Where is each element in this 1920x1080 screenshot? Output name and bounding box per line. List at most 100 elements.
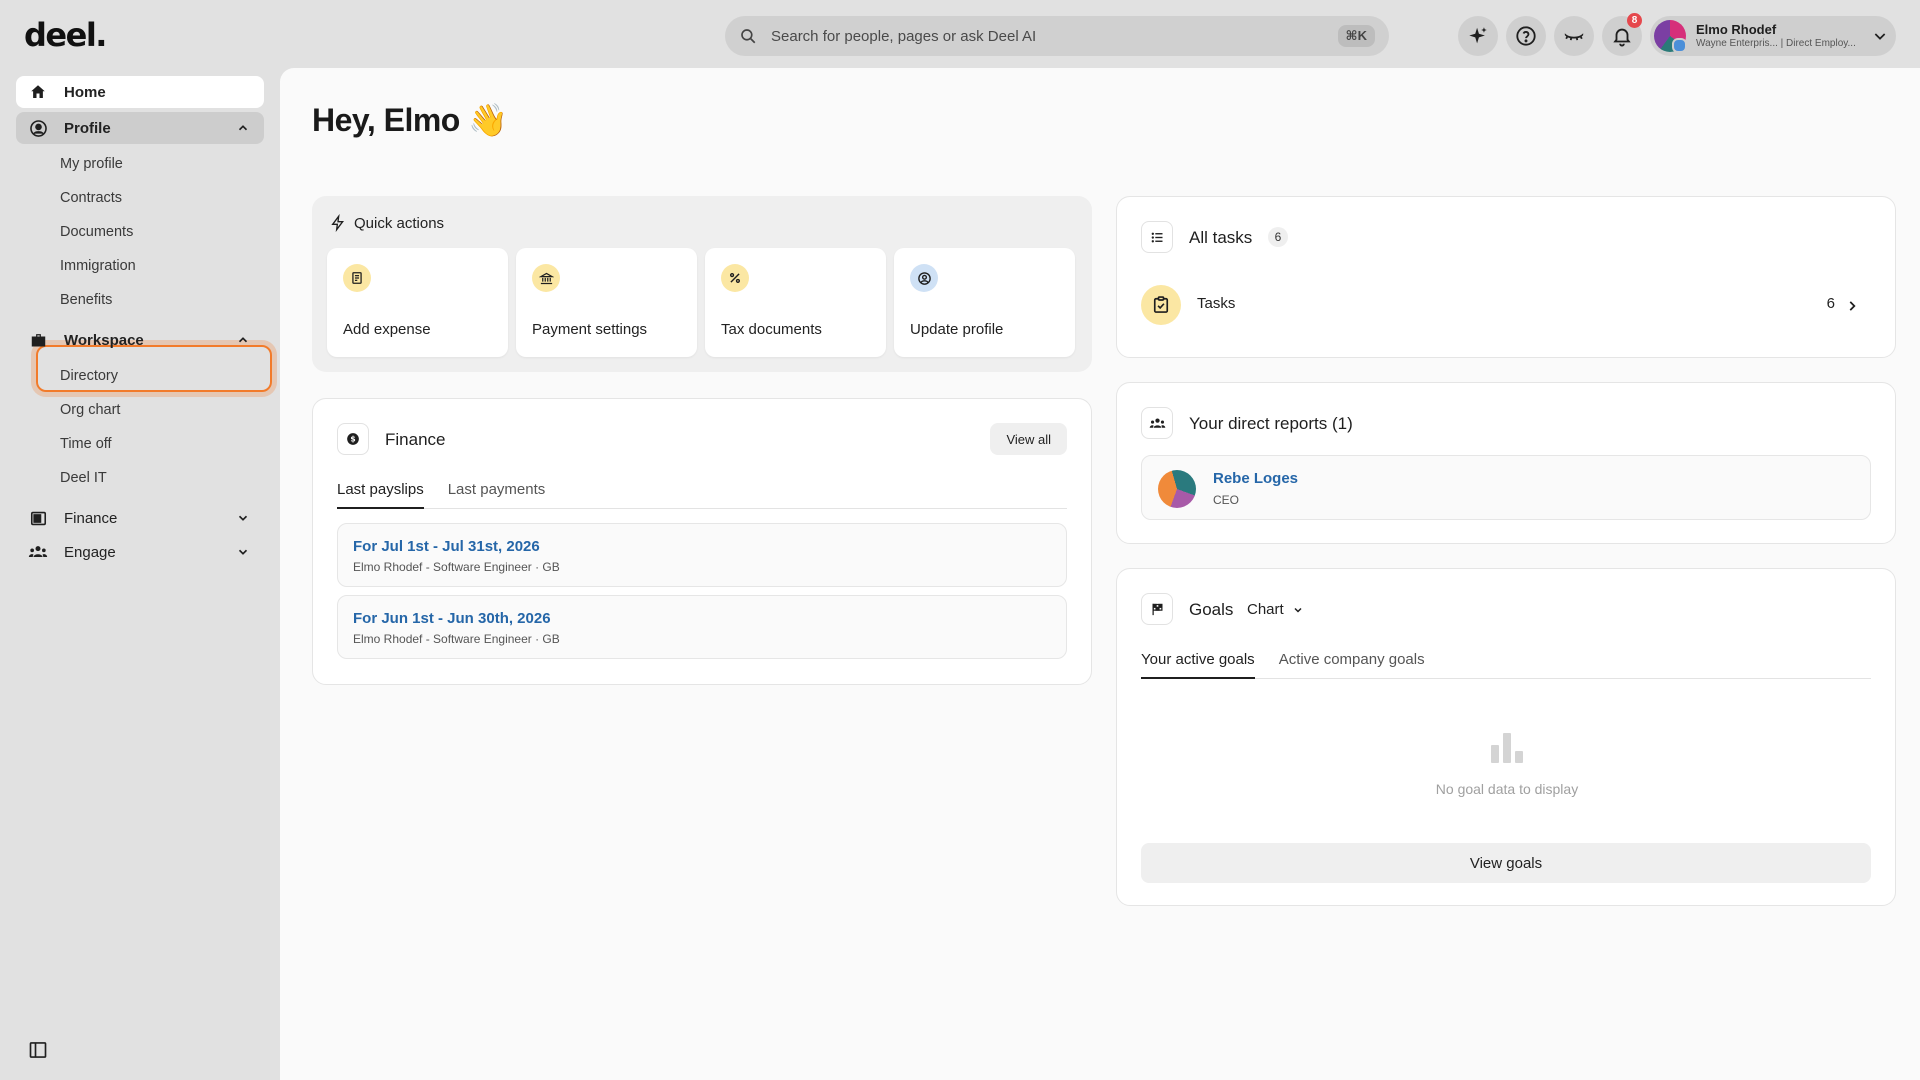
- sidebar-item-immigration[interactable]: Immigration: [60, 258, 136, 274]
- goals-view-dropdown[interactable]: Chart: [1247, 601, 1304, 618]
- quick-action-payment-settings[interactable]: Payment settings: [516, 248, 697, 357]
- search-shortcut: ⌘K: [1337, 25, 1375, 47]
- view-all-button[interactable]: View all: [990, 423, 1067, 455]
- user-circle-icon: [28, 118, 48, 138]
- payslip-title[interactable]: For Jul 1st - Jul 31st, 2026: [353, 538, 1051, 555]
- page-title: Hey, Elmo 👋: [312, 102, 508, 138]
- sidebar-item-org-chart[interactable]: Org chart: [60, 402, 120, 418]
- report-role: CEO: [1213, 493, 1240, 507]
- quick-action-label: Add expense: [343, 321, 431, 338]
- chevron-down-icon: [238, 515, 248, 521]
- search-placeholder[interactable]: Search for people, pages or ask Deel AI: [771, 28, 1338, 45]
- tasks-card: All tasks 6 Tasks 6: [1116, 196, 1896, 358]
- chevron-right-icon[interactable]: [1845, 299, 1859, 313]
- help-button[interactable]: [1506, 16, 1546, 56]
- user-circle-icon: [910, 264, 938, 292]
- sidebar-item-label: Home: [64, 83, 106, 101]
- tasks-row-label: Tasks: [1197, 295, 1236, 312]
- notification-count-badge: 8: [1627, 13, 1642, 28]
- sidebar-item-workspace[interactable]: Workspace: [16, 324, 264, 356]
- goals-title: Goals: [1189, 600, 1234, 619]
- direct-report-row[interactable]: Rebe Loges CEO: [1141, 455, 1871, 520]
- bell-icon: [1613, 28, 1631, 47]
- quick-actions-card: Quick actions Add expense Payment settin…: [312, 196, 1092, 372]
- quick-action-label: Payment settings: [532, 321, 648, 338]
- all-tasks-title: All tasks: [1189, 228, 1253, 247]
- bank-icon: [532, 264, 560, 292]
- sidebar-item-label: Finance: [64, 509, 118, 527]
- sidebar-item-label: Profile: [64, 119, 111, 137]
- goals-empty-message: No goal data to display: [1435, 781, 1579, 797]
- people-icon: [28, 542, 48, 562]
- tab-active-company-goals[interactable]: Active company goals: [1279, 651, 1425, 678]
- quick-action-label: Tax documents: [721, 321, 822, 338]
- sidebar-item-benefits[interactable]: Benefits: [60, 292, 112, 308]
- sidebar-item-profile[interactable]: Profile: [16, 112, 264, 144]
- receipt-icon: [343, 264, 371, 292]
- payslip-subtitle: Elmo Rhodef - Software Engineer · GB: [353, 560, 560, 574]
- direct-reports-card: Your direct reports (1) Rebe Loges CEO: [1116, 382, 1896, 544]
- sidebar-item-my-profile[interactable]: My profile: [60, 156, 123, 172]
- tab-your-active-goals[interactable]: Your active goals: [1141, 651, 1255, 679]
- percent-icon: [721, 264, 749, 292]
- eye-closed-icon: [1564, 33, 1584, 41]
- sidebar-toggle-icon: [29, 1042, 47, 1058]
- avatar: [1158, 470, 1196, 508]
- chevron-down-icon: [1294, 607, 1302, 613]
- user-subtitle: Wayne Enterpris... | Direct Employ...: [1696, 37, 1856, 49]
- finance-title: Finance: [385, 430, 446, 449]
- sidebar-item-directory[interactable]: Directory: [60, 368, 118, 384]
- ai-sparkle-button[interactable]: [1458, 16, 1498, 56]
- finance-card: $ Finance View all Last payslips Last pa…: [312, 398, 1092, 685]
- flag-icon: [1141, 593, 1173, 625]
- briefcase-icon: [28, 330, 48, 350]
- goals-view-label: Chart: [1247, 601, 1284, 618]
- chevron-up-icon: [238, 125, 248, 131]
- tab-last-payslips[interactable]: Last payslips: [337, 481, 424, 509]
- svg-text:$: $: [350, 435, 355, 444]
- report-name[interactable]: Rebe Loges: [1213, 470, 1298, 487]
- sidebar-item-engage[interactable]: Engage: [16, 536, 264, 568]
- payslip-title[interactable]: For Jun 1st - Jun 30th, 2026: [353, 610, 1051, 627]
- tab-last-payments[interactable]: Last payments: [448, 481, 546, 508]
- sidebar-collapse-button[interactable]: [28, 1040, 48, 1065]
- help-icon: [1516, 26, 1536, 46]
- user-name: Elmo Rhodef: [1696, 22, 1777, 38]
- notifications-button[interactable]: 8: [1602, 13, 1642, 56]
- lightning-icon: [331, 214, 344, 232]
- user-menu[interactable]: Elmo Rhodef Wayne Enterpris... | Direct …: [1650, 16, 1896, 56]
- user-avatar: [1654, 20, 1687, 53]
- payslip-row[interactable]: For Jul 1st - Jul 31st, 2026 Elmo Rhodef…: [337, 523, 1067, 587]
- sidebar-item-documents[interactable]: Documents: [60, 224, 133, 240]
- goals-card: Goals Chart Your active goals Active com…: [1116, 568, 1896, 906]
- chevron-up-icon: [238, 337, 248, 343]
- sidebar-item-deel-it[interactable]: Deel IT: [60, 470, 107, 486]
- view-goals-button[interactable]: View goals: [1141, 843, 1871, 883]
- bar-chart-icon: [1491, 733, 1523, 763]
- quick-action-tax-documents[interactable]: Tax documents: [705, 248, 886, 357]
- search-icon: [741, 29, 756, 44]
- dollar-coin-icon: $: [337, 423, 369, 455]
- quick-action-update-profile[interactable]: Update profile: [894, 248, 1075, 357]
- list-icon: [1141, 221, 1173, 253]
- privacy-mode-button[interactable]: [1554, 16, 1594, 56]
- tasks-count-badge: 6: [1268, 227, 1288, 247]
- sidebar: Home Profile My profile Contracts Docume…: [0, 68, 280, 1080]
- quick-action-add-expense[interactable]: Add expense: [327, 248, 508, 357]
- sidebar-item-finance[interactable]: Finance: [16, 502, 264, 534]
- chevron-down-icon: [238, 549, 248, 555]
- sidebar-item-time-off[interactable]: Time off: [60, 436, 112, 452]
- sidebar-item-label: Workspace: [64, 331, 144, 349]
- tasks-row-count: 6: [1826, 295, 1835, 312]
- chevron-down-icon: [1874, 33, 1886, 40]
- payslip-row[interactable]: For Jun 1st - Jun 30th, 2026 Elmo Rhodef…: [337, 595, 1067, 659]
- sidebar-item-home[interactable]: Home: [16, 76, 264, 108]
- team-icon: [1141, 407, 1173, 439]
- top-bar: deel. Search for people, pages or ask De…: [0, 0, 1920, 68]
- sidebar-item-contracts[interactable]: Contracts: [60, 190, 122, 206]
- quick-action-label: Update profile: [910, 321, 1004, 338]
- search-bar[interactable]: Search for people, pages or ask Deel AI …: [725, 16, 1389, 56]
- checkbox-clipboard-icon: [1141, 285, 1181, 325]
- quick-actions-title: Quick actions: [354, 214, 445, 232]
- deel-logo[interactable]: deel.: [24, 16, 107, 54]
